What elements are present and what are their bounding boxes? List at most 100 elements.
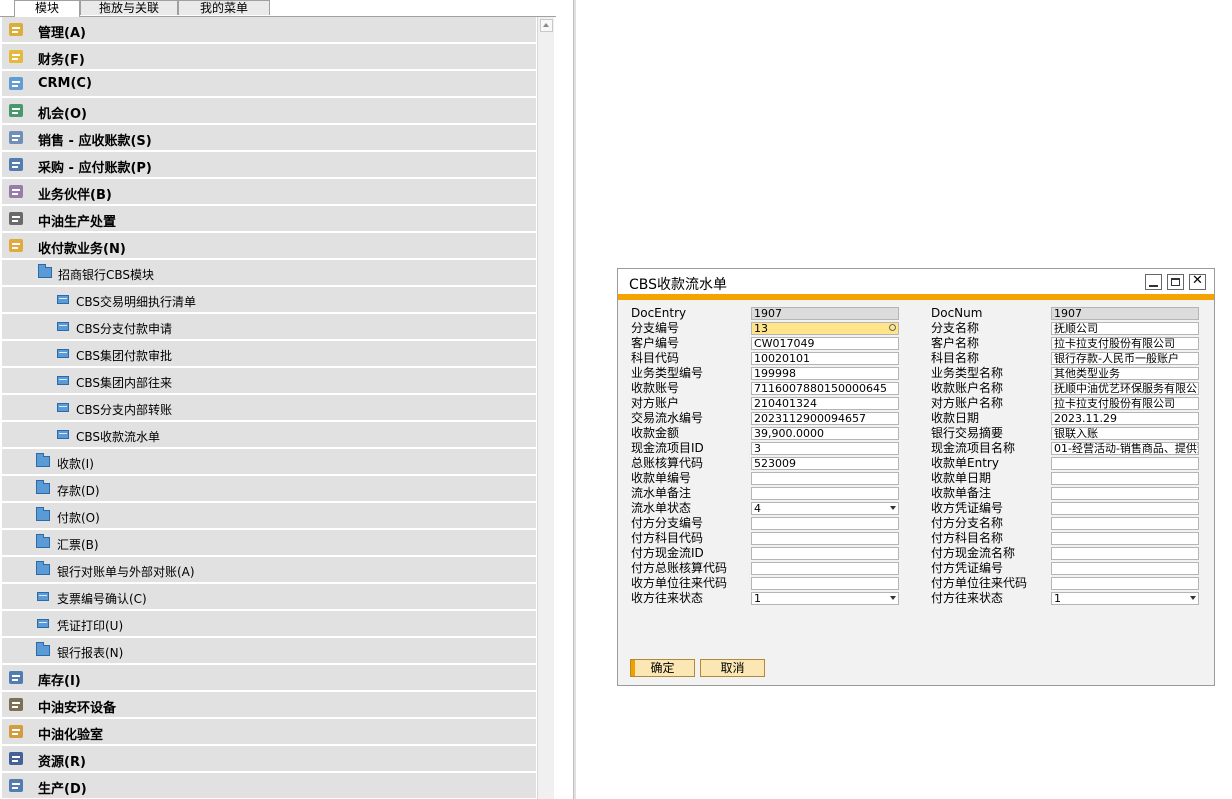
- field-input[interactable]: [1051, 577, 1199, 590]
- tab-my-menu[interactable]: 我的菜单: [178, 0, 270, 15]
- menu-item[interactable]: CBS交易明细执行清单: [2, 287, 536, 314]
- menu-item[interactable]: 库存(I): [2, 665, 536, 692]
- field-input[interactable]: [1051, 532, 1199, 545]
- dialog-titlebar[interactable]: CBS收款流水单 ✕: [618, 269, 1214, 294]
- field-input[interactable]: 7116007880150000645: [751, 382, 899, 395]
- menu-item-label: 中油生产处置: [38, 215, 117, 230]
- menu-item[interactable]: 中油安环设备: [2, 692, 536, 719]
- menu-item[interactable]: 支票编号确认(C): [2, 584, 536, 611]
- maximize-icon[interactable]: [1167, 274, 1184, 290]
- field-input[interactable]: [1051, 487, 1199, 500]
- menu-item[interactable]: CBS收款流水单: [2, 422, 536, 449]
- dropdown-arrow-icon[interactable]: [1190, 596, 1196, 600]
- field-input[interactable]: [1051, 457, 1199, 470]
- field-input[interactable]: [751, 547, 899, 560]
- field-input[interactable]: 39,900.0000: [751, 427, 899, 440]
- menu-item-label: 管理(A): [38, 26, 86, 41]
- menu-item[interactable]: 收付款业务(N): [2, 233, 536, 260]
- field-select[interactable]: 1: [751, 592, 899, 605]
- menu-item[interactable]: 机会(O): [2, 98, 536, 125]
- dropdown-arrow-icon[interactable]: [890, 506, 896, 510]
- field-input[interactable]: 210401324: [751, 397, 899, 410]
- field-input[interactable]: 其他类型业务: [1051, 367, 1199, 380]
- close-icon[interactable]: ✕: [1189, 274, 1206, 290]
- ok-button[interactable]: 确定: [630, 659, 695, 677]
- menu-item-label: 汇票(B): [57, 538, 99, 552]
- field-input[interactable]: [751, 487, 899, 500]
- field-input[interactable]: 银联入账: [1051, 427, 1199, 440]
- field-input[interactable]: [1051, 472, 1199, 485]
- dropdown-arrow-icon[interactable]: [890, 596, 896, 600]
- scroll-up-arrow-icon[interactable]: [540, 19, 553, 32]
- cancel-button[interactable]: 取消: [700, 659, 765, 677]
- menu-item[interactable]: 业务伙伴(B): [2, 179, 536, 206]
- field-label: 付方现金流名称: [931, 546, 1016, 560]
- field-input[interactable]: 3: [751, 442, 899, 455]
- field-input[interactable]: [751, 517, 899, 530]
- field-input[interactable]: [751, 562, 899, 575]
- field-label: 现金流项目ID: [631, 441, 704, 455]
- menu-item-label: 凭证打印(U): [57, 619, 124, 633]
- field-select[interactable]: 1: [1051, 592, 1199, 605]
- search-icon[interactable]: [889, 324, 896, 331]
- field-select[interactable]: 4: [751, 502, 899, 515]
- menu-item[interactable]: 资源(R): [2, 746, 536, 773]
- pane-splitter[interactable]: [573, 0, 576, 799]
- field-input[interactable]: 抚顺公司: [1051, 322, 1199, 335]
- menu-item[interactable]: CBS分支付款申请: [2, 314, 536, 341]
- tab-modules[interactable]: 模块: [14, 0, 80, 17]
- menu-item[interactable]: 销售 - 应收账款(S): [2, 125, 536, 152]
- field-input[interactable]: [1051, 547, 1199, 560]
- menu-item[interactable]: 汇票(B): [2, 530, 536, 557]
- field-input[interactable]: 银行存款-人民币一般账户: [1051, 352, 1199, 365]
- field-input[interactable]: 1907: [1051, 307, 1199, 320]
- field-input[interactable]: 拉卡拉支付股份有限公司: [1051, 397, 1199, 410]
- menu-item[interactable]: CBS集团内部往来: [2, 368, 536, 395]
- field-input[interactable]: 1907: [751, 307, 899, 320]
- menu-item[interactable]: 银行对账单与外部对账(A): [2, 557, 536, 584]
- field-input[interactable]: [751, 577, 899, 590]
- field-input[interactable]: [751, 532, 899, 545]
- menu-scrollbar[interactable]: [537, 17, 554, 799]
- menu-item[interactable]: 中油化验室: [2, 719, 536, 746]
- menu-item[interactable]: CBS集团付款审批: [2, 341, 536, 368]
- menu-item[interactable]: 中油生产处置: [2, 206, 536, 233]
- menu-item[interactable]: 财务(F): [2, 44, 536, 71]
- field-input[interactable]: 13: [751, 322, 899, 335]
- menu-item[interactable]: 付款(O): [2, 503, 536, 530]
- menu-item[interactable]: 采购 - 应付账款(P): [2, 152, 536, 179]
- admin-icon: [7, 21, 25, 38]
- field-input[interactable]: 523009: [751, 457, 899, 470]
- menu-item[interactable]: 招商银行CBS模块: [2, 260, 536, 287]
- field-input[interactable]: 199998: [751, 367, 899, 380]
- field-input[interactable]: [1051, 502, 1199, 515]
- field-input[interactable]: [751, 472, 899, 485]
- menu-item[interactable]: CBS分支内部转账: [2, 395, 536, 422]
- field-input[interactable]: [1051, 562, 1199, 575]
- menu-item[interactable]: 凭证打印(U): [2, 611, 536, 638]
- field-label: 科目代码: [631, 351, 680, 365]
- field-input[interactable]: 2023112900094657: [751, 412, 899, 425]
- field-input[interactable]: 抚顺中油优艺环保服务有限公司: [1051, 382, 1199, 395]
- field-label: 收款账号: [631, 381, 680, 395]
- field-input[interactable]: [1051, 517, 1199, 530]
- field-input[interactable]: 10020101: [751, 352, 899, 365]
- folder-icon: [36, 453, 50, 467]
- menu-item-label: 中油化验室: [38, 728, 104, 743]
- form-icon: [57, 376, 69, 385]
- field-value: 银行存款-人民币一般账户: [1054, 352, 1179, 365]
- menu-item[interactable]: 生产(D): [2, 773, 536, 799]
- field-input[interactable]: 拉卡拉支付股份有限公司: [1051, 337, 1199, 350]
- menu-item[interactable]: 收款(I): [2, 449, 536, 476]
- tab-drag-relate[interactable]: 拖放与关联: [80, 0, 178, 15]
- form-icon: [57, 349, 69, 358]
- field-input[interactable]: CW017049: [751, 337, 899, 350]
- menu-item[interactable]: 银行报表(N): [2, 638, 536, 665]
- field-input[interactable]: 01-经营活动-销售商品、提供劳务: [1051, 442, 1199, 455]
- minimize-icon[interactable]: [1145, 274, 1162, 290]
- menu-item[interactable]: 管理(A): [2, 17, 536, 44]
- menu-item[interactable]: 存款(D): [2, 476, 536, 503]
- form-icon: [37, 592, 49, 601]
- field-input[interactable]: 2023.11.29: [1051, 412, 1199, 425]
- menu-item[interactable]: CRM(C): [2, 71, 536, 98]
